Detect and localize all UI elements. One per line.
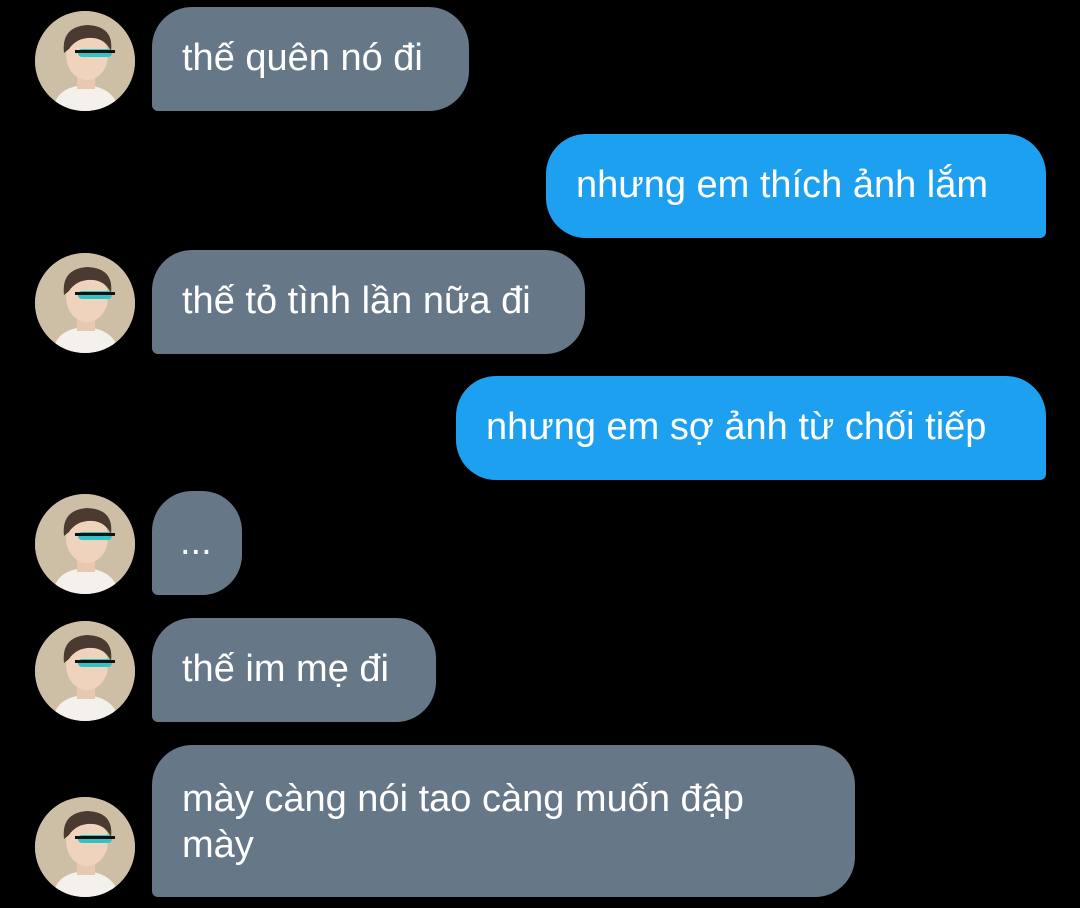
message-bubble-received[interactable]: thế quên nó đi bbox=[152, 7, 469, 111]
message-text: ... bbox=[180, 521, 212, 563]
message-bubble-received[interactable]: thế tỏ tình lần nữa đi bbox=[152, 250, 585, 354]
contact-avatar[interactable] bbox=[35, 797, 135, 897]
message-text: nhưng em thích ảnh lắm bbox=[576, 164, 989, 206]
message-text: thế im mẹ đi bbox=[182, 648, 389, 690]
message-bubble-received[interactable]: mày càng nói tao càng muốn đập mày bbox=[152, 745, 855, 897]
contact-avatar[interactable] bbox=[35, 253, 135, 353]
message-bubble-sent[interactable]: nhưng em thích ảnh lắm bbox=[546, 134, 1046, 238]
message-text: mày càng nói tao càng muốn đập mày bbox=[182, 778, 744, 866]
message-bubble-sent[interactable]: nhưng em sợ ảnh từ chối tiếp bbox=[456, 376, 1046, 480]
contact-avatar[interactable] bbox=[35, 494, 135, 594]
message-text: thế tỏ tình lần nữa đi bbox=[182, 280, 531, 322]
message-text: thế quên nó đi bbox=[182, 37, 423, 79]
contact-avatar[interactable] bbox=[35, 11, 135, 111]
contact-avatar[interactable] bbox=[35, 621, 135, 721]
message-bubble-received[interactable]: ... bbox=[152, 491, 242, 595]
message-bubble-received[interactable]: thế im mẹ đi bbox=[152, 618, 436, 722]
message-text: nhưng em sợ ảnh từ chối tiếp bbox=[486, 406, 987, 448]
